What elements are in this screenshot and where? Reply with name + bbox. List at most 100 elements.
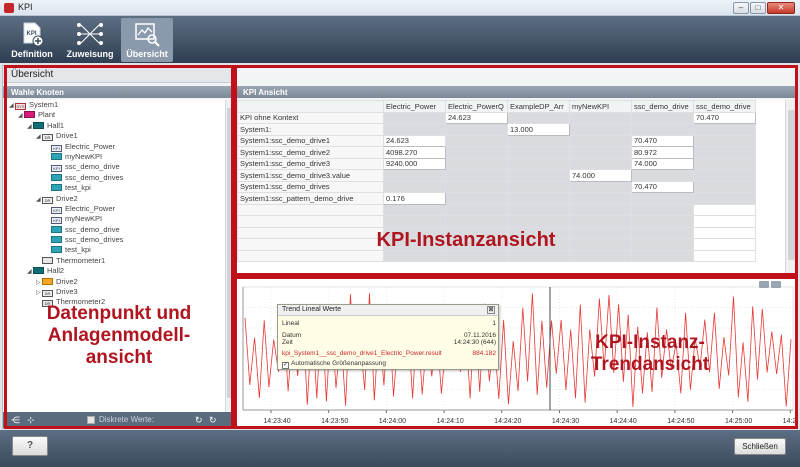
table-cell[interactable] bbox=[693, 238, 756, 251]
table-cell[interactable] bbox=[569, 226, 632, 239]
table-cell[interactable] bbox=[507, 215, 570, 228]
table-cell[interactable] bbox=[445, 203, 508, 216]
tree-node[interactable]: test_kpi bbox=[7, 183, 225, 193]
column-header[interactable]: Electric_PowerQ bbox=[445, 100, 508, 113]
table-cell[interactable] bbox=[569, 249, 632, 262]
table-cell[interactable] bbox=[445, 157, 508, 170]
table-cell[interactable] bbox=[693, 169, 756, 182]
tree-node[interactable]: ◢ SYS System1 bbox=[7, 100, 225, 110]
tree-view-icon[interactable]: ⋲ bbox=[11, 415, 20, 426]
kpi-scroll-thumb[interactable] bbox=[788, 110, 795, 260]
tree-node[interactable]: ◢ DR Drive1 bbox=[7, 131, 225, 142]
toolbar-definition-button[interactable]: KPI Definition bbox=[8, 18, 56, 62]
column-header[interactable]: ssc_demo_drive bbox=[631, 100, 694, 113]
column-header[interactable]: myNewKPI bbox=[569, 100, 632, 113]
table-cell[interactable]: 70.470 bbox=[631, 134, 694, 147]
tree-node[interactable]: ▷ DR Drive3 bbox=[7, 287, 225, 298]
table-cell[interactable] bbox=[631, 215, 694, 228]
close-button[interactable]: Schließen bbox=[734, 438, 786, 455]
reload-icon[interactable]: ↻ bbox=[195, 415, 203, 426]
table-cell[interactable] bbox=[383, 111, 446, 124]
tree-node[interactable]: ssc_demo_drive bbox=[7, 225, 225, 235]
table-cell[interactable] bbox=[507, 134, 570, 147]
table-cell[interactable] bbox=[445, 192, 508, 205]
help-button[interactable]: ? bbox=[12, 436, 48, 456]
table-row[interactable]: System1:ssc_demo_drive1 24.623 70.470 bbox=[237, 134, 756, 147]
table-row[interactable]: System1:ssc_demo_drives 70.470 bbox=[237, 180, 756, 193]
tree-node[interactable]: ◢ Hall2 bbox=[7, 266, 225, 276]
table-cell[interactable] bbox=[693, 134, 756, 147]
tree-node[interactable]: test_kpi bbox=[7, 245, 225, 255]
table-cell[interactable]: 0.176 bbox=[383, 192, 446, 205]
table-cell[interactable] bbox=[507, 157, 570, 170]
table-row[interactable] bbox=[237, 203, 756, 216]
tree-node[interactable]: ssc_demo_drives bbox=[7, 235, 225, 245]
table-cell[interactable] bbox=[631, 203, 694, 216]
table-row[interactable]: System1:ssc_demo_drive2 4098.270 80.972 bbox=[237, 146, 756, 159]
tree-node[interactable]: KPI Electric_Power bbox=[7, 204, 225, 214]
table-cell[interactable] bbox=[445, 146, 508, 159]
column-header[interactable]: Electric_Power bbox=[383, 100, 446, 113]
table-cell[interactable]: 74.000 bbox=[631, 157, 694, 170]
table-cell[interactable] bbox=[445, 123, 508, 136]
table-cell[interactable] bbox=[631, 169, 694, 182]
close-window-button[interactable]: ✕ bbox=[767, 2, 795, 14]
table-cell[interactable] bbox=[631, 226, 694, 239]
table-row[interactable]: KPI ohne Kontext 24.623 70.470 bbox=[237, 111, 756, 124]
table-cell[interactable]: 13.000 bbox=[507, 123, 570, 136]
table-cell[interactable] bbox=[383, 123, 446, 136]
minimize-button[interactable]: – bbox=[733, 2, 749, 14]
table-cell[interactable] bbox=[631, 249, 694, 262]
table-cell[interactable]: 24.623 bbox=[383, 134, 446, 147]
tree-node[interactable]: KPI myNewKPI bbox=[7, 214, 225, 225]
kpi-scrollbar[interactable] bbox=[785, 100, 797, 275]
table-cell[interactable] bbox=[693, 226, 756, 239]
table-cell[interactable] bbox=[507, 180, 570, 193]
table-cell[interactable] bbox=[631, 111, 694, 124]
table-cell[interactable] bbox=[507, 111, 570, 124]
table-cell[interactable]: 74.000 bbox=[569, 169, 632, 182]
table-cell[interactable] bbox=[507, 146, 570, 159]
reload-all-icon[interactable]: ↻ bbox=[209, 415, 217, 426]
tree-node[interactable]: ◢ Hall1 bbox=[7, 121, 225, 131]
table-cell[interactable] bbox=[569, 134, 632, 147]
popup-close-icon[interactable]: ⊠ bbox=[487, 306, 495, 314]
table-cell[interactable] bbox=[693, 157, 756, 170]
table-cell[interactable] bbox=[569, 157, 632, 170]
table-cell[interactable] bbox=[569, 215, 632, 228]
table-cell[interactable] bbox=[631, 192, 694, 205]
maximize-button[interactable]: □ bbox=[750, 2, 766, 14]
table-cell[interactable] bbox=[693, 215, 756, 228]
discrete-values-checkbox[interactable] bbox=[87, 416, 95, 424]
table-cell[interactable] bbox=[383, 180, 446, 193]
table-cell[interactable] bbox=[693, 123, 756, 136]
tree-node[interactable]: KPI ssc_demo_drive bbox=[7, 162, 225, 173]
toolbar-zuweisung-button[interactable]: Zuweisung bbox=[62, 18, 118, 62]
table-cell[interactable]: 70.470 bbox=[693, 111, 756, 124]
table-cell[interactable] bbox=[569, 123, 632, 136]
table-cell[interactable] bbox=[445, 134, 508, 147]
table-cell[interactable] bbox=[445, 180, 508, 193]
table-cell[interactable]: 4098.270 bbox=[383, 146, 446, 159]
tree-node[interactable]: ◢ DR Drive2 bbox=[7, 194, 225, 204]
table-row[interactable] bbox=[237, 215, 756, 228]
table-cell[interactable] bbox=[507, 203, 570, 216]
tree-node[interactable]: myNewKPI bbox=[7, 152, 225, 162]
tree-node[interactable]: Thermometer1 bbox=[7, 256, 225, 266]
table-row[interactable]: System1:ssc_demo_drive3.value 74.000 bbox=[237, 169, 756, 182]
tree-node[interactable]: KPI Electric_Power bbox=[7, 142, 225, 152]
table-row[interactable]: System1: 13.000 bbox=[237, 123, 756, 136]
table-cell[interactable]: 80.972 bbox=[631, 146, 694, 159]
table-cell[interactable] bbox=[445, 215, 508, 228]
table-cell[interactable] bbox=[631, 238, 694, 251]
table-cell[interactable] bbox=[569, 180, 632, 193]
hierarchy-icon[interactable]: ⊹ bbox=[27, 415, 35, 426]
table-cell[interactable] bbox=[569, 203, 632, 216]
table-cell[interactable] bbox=[445, 169, 508, 182]
table-cell[interactable]: 70.470 bbox=[631, 180, 694, 193]
table-cell[interactable] bbox=[383, 169, 446, 182]
table-cell[interactable] bbox=[569, 111, 632, 124]
table-cell[interactable] bbox=[569, 146, 632, 159]
table-cell[interactable] bbox=[693, 203, 756, 216]
tree-node[interactable]: ▷ Drive2 bbox=[7, 277, 225, 287]
